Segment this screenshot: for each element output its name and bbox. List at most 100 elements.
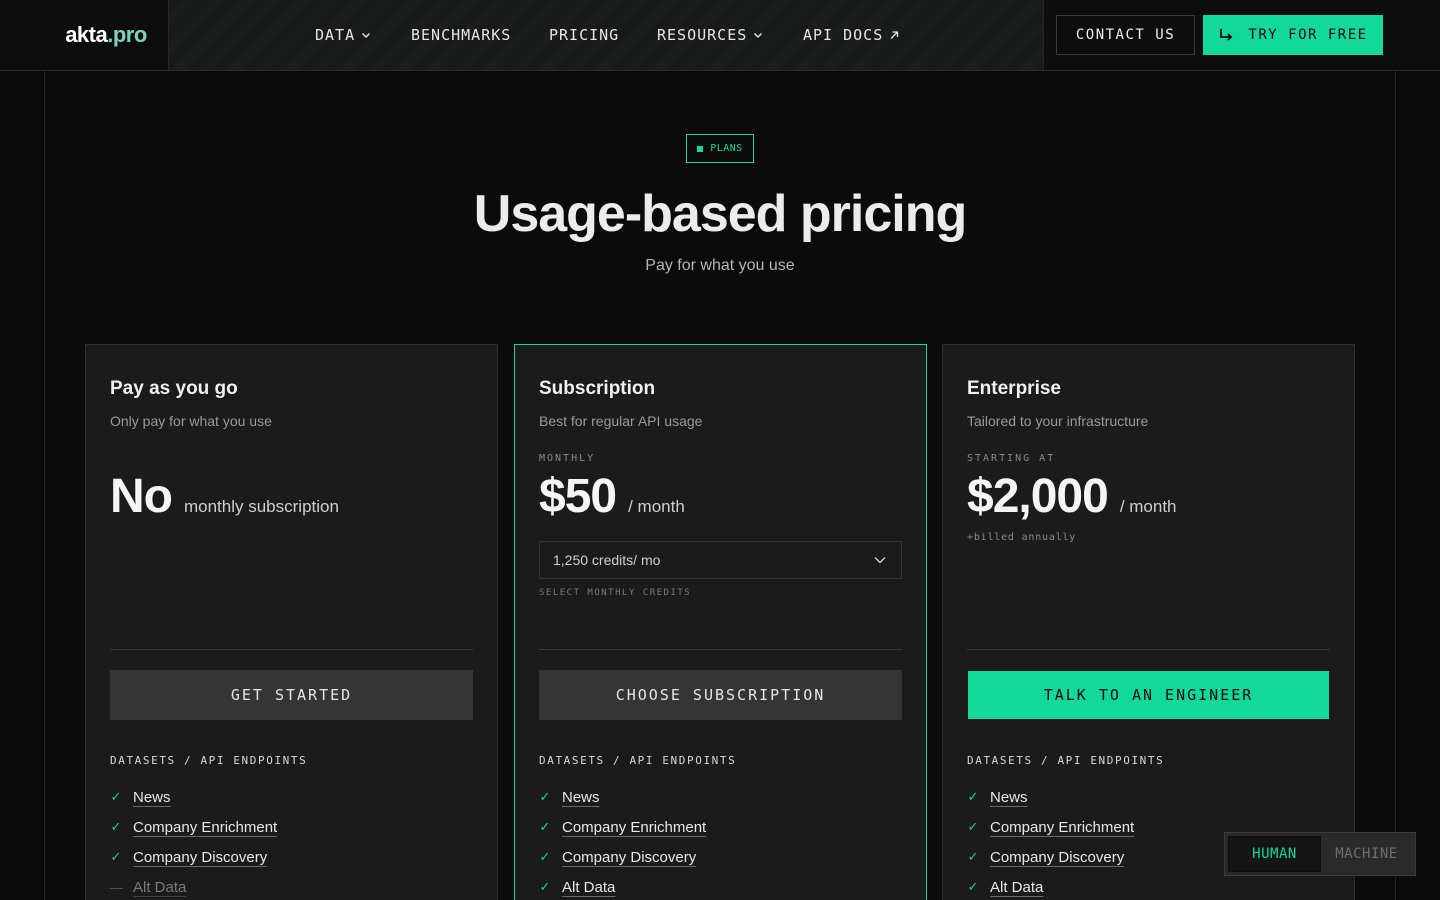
mode-human-button[interactable]: HUMAN [1228, 836, 1321, 872]
plan-title: Subscription [539, 378, 656, 399]
plan-price: $2,000 / month [967, 469, 1177, 524]
nav-item-pricing[interactable]: PRICING [549, 0, 619, 70]
main-nav: DATA BENCHMARKS PRICING RESOURCES API DO… [169, 0, 1044, 70]
feature-link[interactable]: Alt Data [562, 879, 615, 896]
plan-card-enterprise: Enterprise Tailored to your infrastructu… [942, 344, 1355, 900]
check-icon: ✓ [110, 819, 122, 834]
site-header: akta .pro DATA BENCHMARKS PRICING RESOURC… [0, 0, 1440, 71]
feature-list: ✓ News ✓ Company Enrichment ✓ Company Disco… [110, 782, 473, 900]
feature-list: ✓ News ✓ Company Enrichment ✓ Company Disco… [539, 782, 902, 900]
plan-price-value: No [110, 470, 173, 523]
try-for-free-button[interactable]: TRY FOR FREE [1203, 15, 1383, 55]
features-heading: DATASETS / API ENDPOINTS [539, 754, 737, 767]
mode-toggle: HUMAN MACHINE [1224, 832, 1416, 876]
check-icon: ✓ [539, 819, 551, 834]
billing-note: +billed annually [967, 532, 1077, 543]
nav-label: API DOCS [803, 26, 884, 44]
check-icon: ✓ [967, 849, 979, 864]
plan-description: Tailored to your infrastructure [967, 413, 1149, 429]
check-icon: ✓ [539, 879, 551, 894]
plans-badge-label: PLANS [710, 143, 743, 154]
features-heading: DATASETS / API ENDPOINTS [110, 754, 308, 767]
feature-link[interactable]: Company Enrichment [990, 819, 1134, 836]
list-item: ✓ Company Enrichment [110, 812, 473, 842]
check-icon: ✓ [110, 789, 122, 804]
feature-link[interactable]: News [562, 789, 600, 806]
contact-us-button[interactable]: CONTACT US [1056, 15, 1195, 55]
page-title: Usage-based pricing [473, 185, 967, 243]
plan-price: $50 / month [539, 469, 685, 524]
plan-title: Enterprise [967, 378, 1061, 399]
price-label: STARTING AT [967, 453, 1056, 464]
plan-price-value: $2,000 [967, 470, 1109, 523]
arrow-up-right-icon [890, 31, 899, 39]
list-item: ✓ Alt Data [967, 872, 1330, 900]
nav-label: BENCHMARKS [411, 26, 512, 44]
feature-link[interactable]: Company Discovery [133, 849, 267, 866]
brand-suffix: .pro [107, 22, 147, 47]
square-icon [697, 145, 704, 152]
plan-price: No monthly subscription [110, 469, 339, 524]
plan-card-pay-as-you-go: Pay as you go Only pay for what you use … [85, 344, 498, 900]
nav-item-data[interactable]: DATA [315, 0, 371, 70]
nav-label: RESOURCES [657, 26, 748, 44]
chevron-down-icon [362, 33, 371, 38]
feature-link[interactable]: Company Discovery [990, 849, 1124, 866]
check-icon: ✓ [967, 879, 979, 894]
list-item: ✓ News [967, 782, 1330, 812]
nav-item-api-docs[interactable]: API DOCS [803, 0, 899, 70]
plan-price-suffix: / month [1119, 497, 1177, 516]
mode-machine-button[interactable]: MACHINE [1321, 836, 1412, 872]
talk-to-engineer-button[interactable]: TALK TO AN ENGINEER [968, 671, 1329, 719]
check-icon: ✓ [967, 789, 979, 804]
check-icon: ✓ [539, 789, 551, 804]
plan-title: Pay as you go [110, 378, 238, 399]
list-item: ✓ Company Discovery [110, 842, 473, 872]
feature-link[interactable]: Company Enrichment [562, 819, 706, 836]
divider [110, 649, 473, 650]
choose-subscription-button[interactable]: CHOOSE SUBSCRIPTION [539, 670, 902, 720]
nav-item-benchmarks[interactable]: BENCHMARKS [411, 0, 511, 70]
nav-label: DATA [315, 26, 356, 44]
frame-line-left [44, 0, 45, 900]
plans-badge: PLANS [686, 134, 754, 163]
feature-link[interactable]: News [133, 789, 171, 806]
plan-price-value: $50 [539, 470, 617, 523]
frame-line-right [1395, 0, 1396, 900]
nav-label: PRICING [549, 26, 620, 44]
check-icon: ✓ [967, 819, 979, 834]
dash-icon: — [110, 879, 123, 895]
feature-link[interactable]: Company Enrichment [133, 819, 277, 836]
try-for-free-label: TRY FOR FREE [1248, 27, 1368, 43]
check-icon: ✓ [110, 849, 122, 864]
list-item: ✓ News [110, 782, 473, 812]
list-item: ✓ Company Enrichment [539, 812, 902, 842]
list-item: ✓ Company Discovery [539, 842, 902, 872]
check-icon: ✓ [539, 849, 551, 864]
divider [539, 649, 902, 650]
nav-item-resources[interactable]: RESOURCES [657, 0, 763, 70]
credits-select[interactable]: 1,250 credits/ mo [539, 541, 902, 579]
feature-link[interactable]: Company Discovery [562, 849, 696, 866]
corner-down-right-icon [1220, 29, 1233, 41]
plan-description: Best for regular API usage [539, 413, 703, 429]
list-item: ✓ News [539, 782, 902, 812]
feature-link[interactable]: News [990, 789, 1028, 806]
plan-description: Only pay for what you use [110, 413, 272, 429]
price-label: MONTHLY [539, 453, 596, 464]
brand-logo[interactable]: akta .pro [44, 0, 169, 70]
chevron-down-icon [874, 557, 886, 564]
credits-select-value: 1,250 credits/ mo [553, 552, 661, 568]
page-subtitle: Pay for what you use [645, 257, 795, 274]
credits-hint: SELECT MONTHLY CREDITS [539, 588, 692, 598]
feature-link[interactable]: Alt Data [133, 879, 186, 896]
chevron-down-icon [754, 33, 763, 38]
plan-price-suffix: / month [628, 497, 685, 516]
list-item: — Alt Data [110, 872, 473, 900]
features-heading: DATASETS / API ENDPOINTS [967, 754, 1165, 767]
divider [967, 649, 1330, 650]
get-started-button[interactable]: GET STARTED [110, 670, 473, 720]
brand-name: akta [65, 22, 108, 47]
plan-card-subscription: Subscription Best for regular API usage … [514, 344, 927, 900]
feature-link[interactable]: Alt Data [990, 879, 1043, 896]
